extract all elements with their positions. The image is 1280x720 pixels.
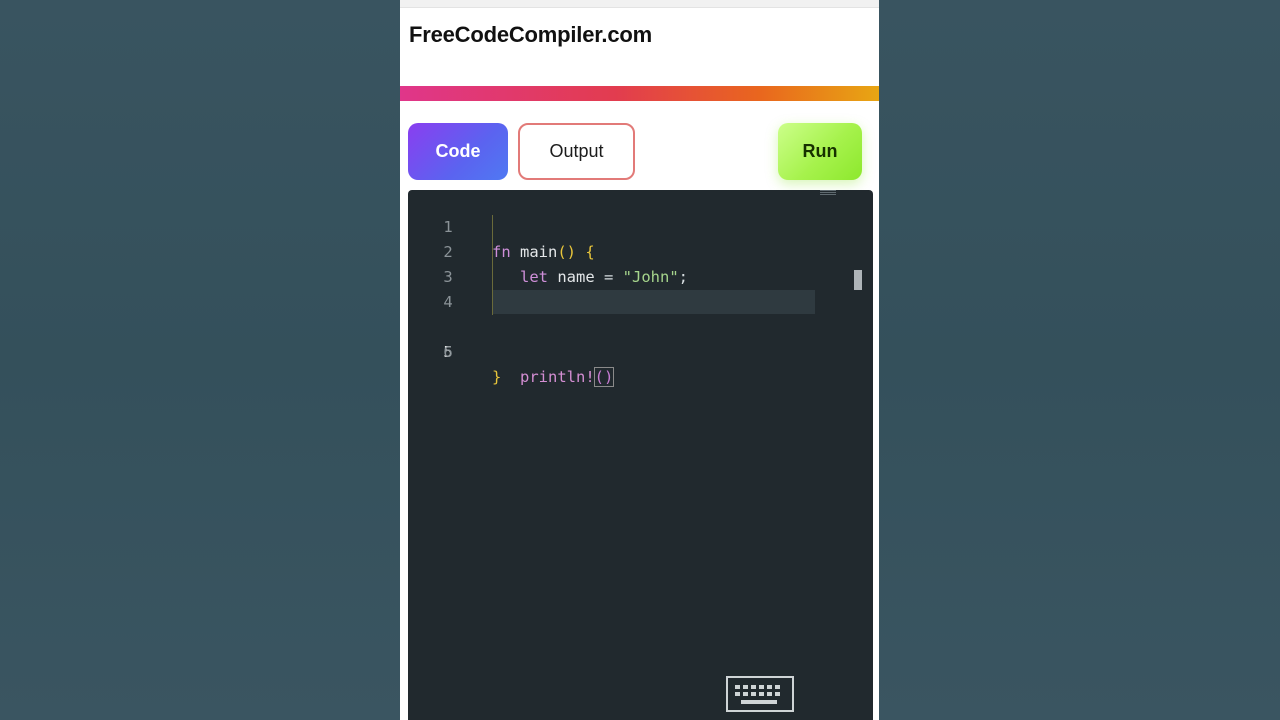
code-line-5[interactable]: 5 println!() — [408, 290, 828, 387]
keyboard-icon[interactable] — [726, 676, 794, 712]
code-editor[interactable]: 1 fn main() { 2 let name = "John"; 3 let… — [408, 190, 873, 720]
scrollbar-handle[interactable] — [854, 270, 862, 290]
code-line-2[interactable]: 2 let name = "John"; — [408, 215, 828, 286]
site-title: FreeCodeCompiler.com — [409, 22, 652, 47]
code-line-4[interactable]: 4 — [408, 265, 828, 311]
code-line-3[interactable]: 3 let salary = 25000; — [408, 240, 828, 311]
active-line-highlight — [493, 290, 815, 314]
code-line-6[interactable]: 6 } — [408, 315, 828, 386]
output-tab-button[interactable]: Output — [518, 123, 635, 180]
background-right — [879, 0, 1280, 720]
browser-top-strip — [400, 0, 879, 8]
phone-screen: FreeCodeCompiler.com Code Output Run 1 f… — [400, 0, 879, 720]
accent-gradient-bar — [400, 86, 879, 101]
code-line-1[interactable]: 1 fn main() { — [408, 190, 828, 261]
run-button[interactable]: Run — [778, 123, 862, 180]
code-tab-button[interactable]: Code — [408, 123, 508, 180]
line-code: println!() — [520, 367, 615, 387]
line-number: 6 — [443, 343, 453, 361]
background-left — [0, 0, 400, 720]
line-code: } — [492, 368, 502, 386]
